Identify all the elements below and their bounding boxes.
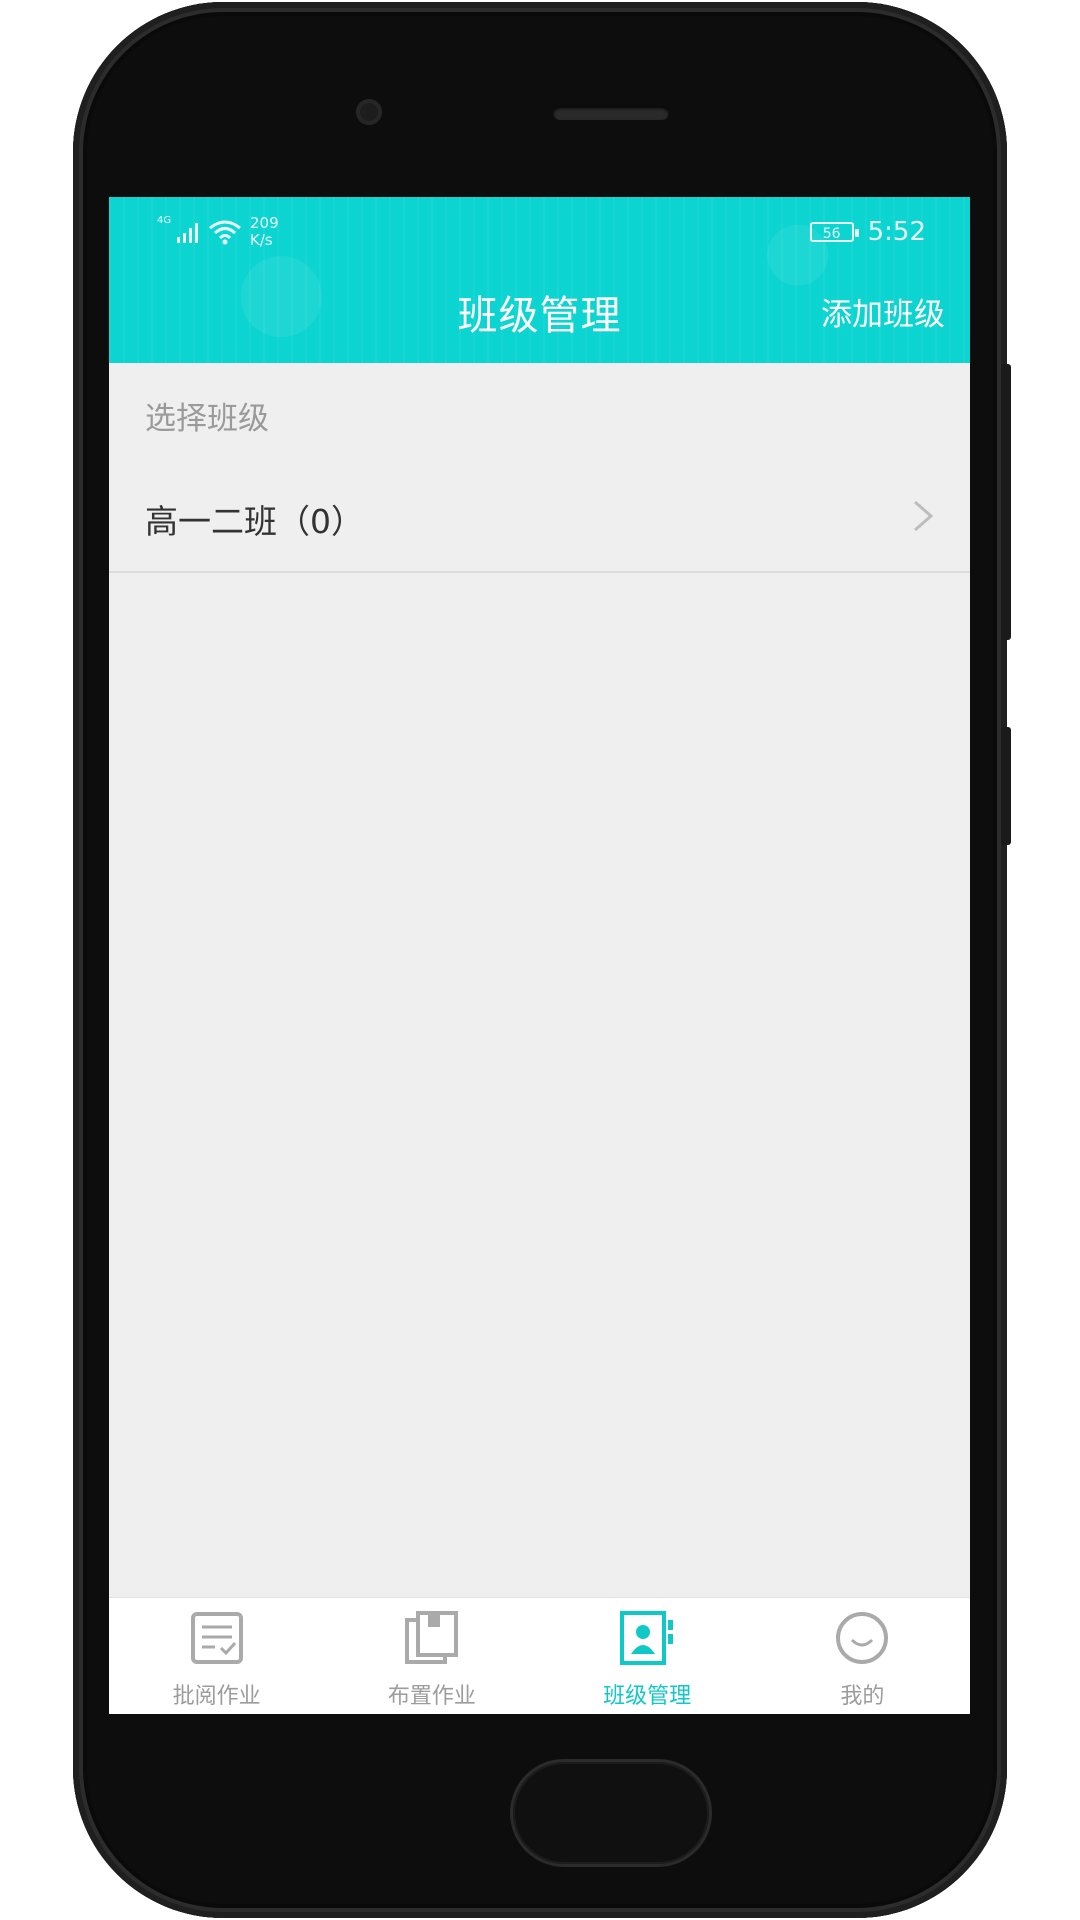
- status-bar-right: 56 5:52: [809, 217, 926, 247]
- speed-unit: K/s: [250, 231, 273, 249]
- section-label: 选择班级: [145, 401, 269, 437]
- app-screen: 4G 209 K/s 56 5:52 班级管理 添加班级 选择班级 高一二班（0…: [109, 197, 970, 1714]
- earpiece-speaker: [553, 106, 669, 120]
- tab-label: 班级管理: [603, 1684, 692, 1709]
- status-bar-left: 4G 209 K/s: [157, 215, 290, 249]
- review-homework-icon: [190, 1612, 243, 1664]
- speed-value: 209: [250, 214, 279, 232]
- status-time: 5:52: [867, 217, 926, 247]
- tab-label: 我的: [840, 1684, 885, 1709]
- battery-icon: 56: [809, 222, 859, 242]
- assign-homework-icon: [404, 1611, 458, 1664]
- tab-class-management[interactable]: 班级管理: [540, 1598, 755, 1714]
- smiley-icon: [836, 1612, 889, 1664]
- wifi-icon: [209, 220, 241, 245]
- tab-mine[interactable]: 我的: [755, 1598, 970, 1714]
- signal-icon: [177, 221, 198, 243]
- tab-assign-homework[interactable]: 布置作业: [324, 1598, 539, 1714]
- chevron-right-icon: [914, 500, 934, 532]
- bottom-nav: 批阅作业 布置作业 班级管理 我的: [109, 1597, 970, 1714]
- tab-review-homework[interactable]: 批阅作业: [109, 1598, 324, 1714]
- power-button: [1001, 727, 1011, 845]
- class-management-icon: [620, 1611, 674, 1665]
- app-header: 4G 209 K/s 56 5:52 班级管理 添加班级: [109, 197, 970, 363]
- volume-button: [1001, 364, 1011, 640]
- home-button[interactable]: [513, 1762, 709, 1864]
- network-speed: 209 K/s: [250, 215, 290, 249]
- class-name: 高一二班（0）: [145, 502, 364, 541]
- add-class-button[interactable]: 添加班级: [821, 289, 945, 334]
- class-list-item[interactable]: 高一二班（0）: [109, 459, 970, 573]
- network-type: 4G: [157, 215, 172, 226]
- front-camera: [356, 99, 382, 125]
- tab-label: 布置作业: [387, 1684, 476, 1709]
- tab-label: 批阅作业: [172, 1684, 261, 1709]
